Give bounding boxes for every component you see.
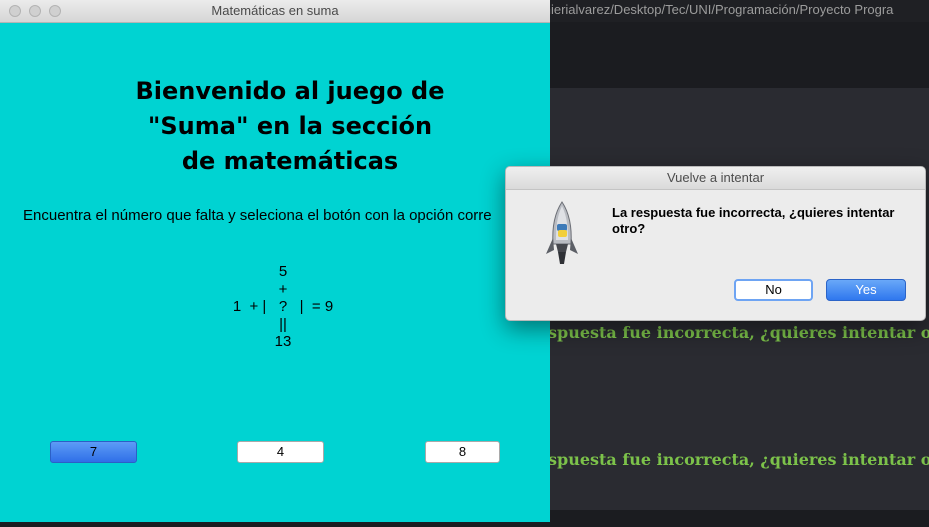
terminal-output-line: spuesta fue incorrecta, ¿quieres intenta… xyxy=(548,323,929,342)
yes-button[interactable]: Yes xyxy=(826,279,906,301)
terminal-output-line: spuesta fue incorrecta, ¿quieres intenta… xyxy=(548,450,929,469)
game-window: Matemáticas en suma Bienvenido al juego … xyxy=(0,0,550,522)
no-button[interactable]: No xyxy=(734,279,813,301)
instructions-text: Encuentra el número que falta y selecion… xyxy=(23,207,492,224)
welcome-heading: Bienvenido al juego de "Suma" en la secc… xyxy=(95,74,485,179)
background-path: almierialvarez/Desktop/Tec/UNI/Programac… xyxy=(530,2,894,17)
dialog-title: Vuelve a intentar xyxy=(666,170,765,185)
option-button-7[interactable]: 7 xyxy=(50,441,137,463)
puzzle-equals-sign: || xyxy=(279,315,287,333)
window-title: Matemáticas en suma xyxy=(211,3,339,18)
option-button-8[interactable]: 8 xyxy=(425,441,500,463)
sum-puzzle: 5 + 1 + | ? | = 9 || 13 xyxy=(200,263,366,351)
python-rocket-icon xyxy=(546,201,578,264)
puzzle-top-number: 5 xyxy=(278,263,288,280)
dialog-message: La respuesta fue incorrecta, ¿quieres in… xyxy=(612,205,895,236)
welcome-line: "Suma" en la sección xyxy=(147,112,433,140)
puzzle-equation-row: 1 + | ? | = 9 xyxy=(232,298,334,315)
puzzle-plus-sign: + xyxy=(278,280,288,298)
welcome-line: Bienvenido al juego de xyxy=(135,77,445,105)
dialog-titlebar[interactable]: Vuelve a intentar xyxy=(506,167,925,190)
option-button-4[interactable]: 4 xyxy=(237,441,324,463)
welcome-line: de matemáticas xyxy=(181,147,399,175)
game-titlebar[interactable]: Matemáticas en suma xyxy=(0,0,550,23)
retry-dialog: Vuelve a intentar La respuesta fue incor… xyxy=(505,166,926,321)
puzzle-bottom-number: 13 xyxy=(274,333,292,350)
